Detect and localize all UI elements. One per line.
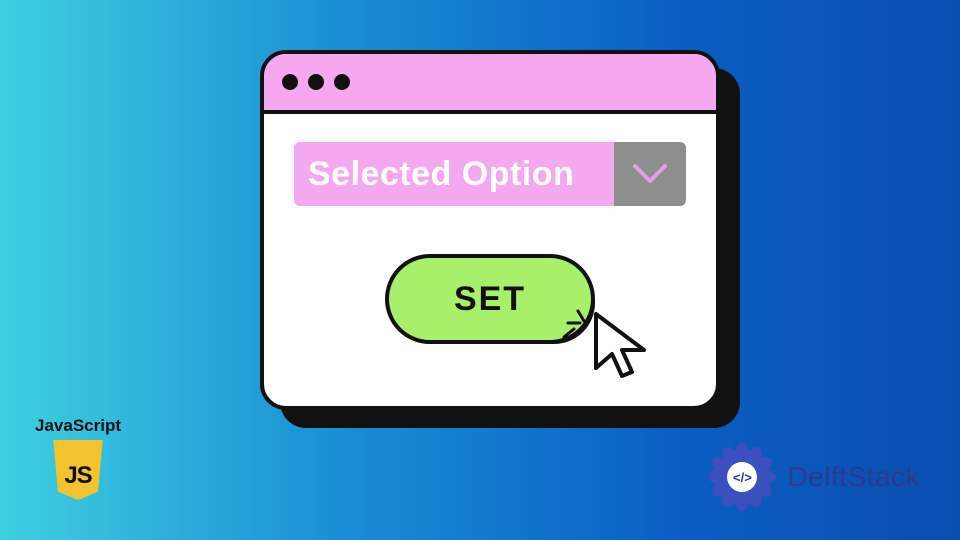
traffic-dot xyxy=(334,74,350,90)
chevron-down-icon xyxy=(614,142,686,206)
set-button[interactable]: SET xyxy=(385,254,595,344)
window-titlebar xyxy=(264,54,716,114)
select-value: Selected Option xyxy=(294,142,614,206)
traffic-dot xyxy=(282,74,298,90)
delftstack-flower-icon: </> xyxy=(707,442,777,512)
javascript-label: JavaScript xyxy=(32,416,124,436)
traffic-dot xyxy=(308,74,324,90)
set-button-label: SET xyxy=(454,280,526,319)
javascript-badge: JavaScript JS xyxy=(32,416,124,500)
set-button-wrap: SET xyxy=(385,254,595,344)
javascript-shield-icon: JS xyxy=(50,440,106,500)
window-body: Selected Option SET xyxy=(264,114,716,344)
delftstack-brand: </> DelftStack xyxy=(707,442,920,512)
select-dropdown[interactable]: Selected Option xyxy=(294,142,686,206)
window-card: Selected Option SET xyxy=(260,50,720,410)
delftstack-name: DelftStack xyxy=(787,461,920,493)
javascript-shield-text: JS xyxy=(64,462,91,490)
